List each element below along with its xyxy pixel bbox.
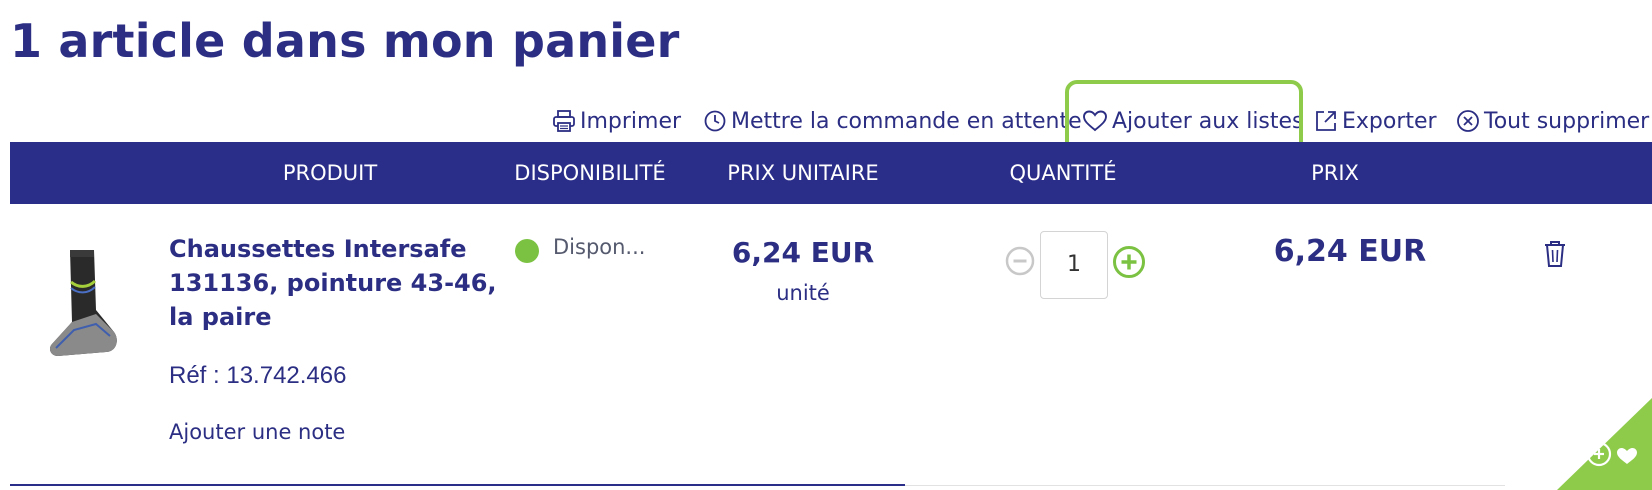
hold-order-button[interactable]: Mettre la commande en attente: [703, 104, 1082, 138]
page-title: 1 article dans mon panier: [10, 14, 680, 68]
close-circle-icon: [1457, 110, 1479, 132]
clock-icon: [704, 110, 726, 132]
product-image[interactable]: [44, 248, 120, 358]
product-name-link[interactable]: Chaussettes Intersafe 131136, pointure 4…: [169, 232, 499, 334]
export-icon: [1316, 111, 1336, 131]
print-button[interactable]: Imprimer: [552, 104, 681, 138]
availability-text: Dispon...: [553, 235, 646, 259]
unit-label: unité: [776, 281, 830, 305]
trash-icon[interactable]: [1543, 240, 1567, 268]
export-button[interactable]: Exporter: [1314, 104, 1437, 138]
line-total-price: 6,24 EUR: [1273, 234, 1427, 269]
table-header: PRODUIT DISPONIBILITÉ PRIX UNITAIRE QUAN…: [10, 142, 1652, 204]
column-header-unit-price: PRIX UNITAIRE: [727, 161, 879, 185]
delete-all-button[interactable]: Tout supprimer: [1456, 104, 1649, 138]
column-header-availability: DISPONIBILITÉ: [514, 161, 666, 185]
printer-icon: [553, 110, 575, 132]
print-label: Imprimer: [580, 108, 682, 134]
add-to-wishlist-icon[interactable]: [1557, 398, 1652, 490]
add-note-link[interactable]: Ajouter une note: [169, 420, 345, 444]
row-divider: [10, 484, 905, 486]
cart-toolbar: Imprimer Mettre la commande en attente A…: [0, 104, 1652, 138]
column-header-price: PRIX: [1311, 161, 1359, 185]
column-header-quantity: QUANTITÉ: [1009, 161, 1117, 185]
row-divider-light: [905, 485, 1505, 486]
unit-price: 6,24 EUR: [731, 236, 875, 269]
export-label: Exporter: [1342, 108, 1437, 134]
availability-status-dot: [515, 239, 539, 263]
product-reference: Réf : 13.742.466: [169, 362, 347, 389]
delete-all-label: Tout supprimer: [1484, 108, 1650, 134]
quantity-input[interactable]: 1: [1040, 231, 1108, 299]
minus-circle-icon[interactable]: [1005, 246, 1035, 276]
hold-order-label: Mettre la commande en attente: [731, 108, 1082, 134]
column-header-product: PRODUIT: [282, 161, 378, 185]
plus-circle-icon[interactable]: [1112, 245, 1146, 279]
